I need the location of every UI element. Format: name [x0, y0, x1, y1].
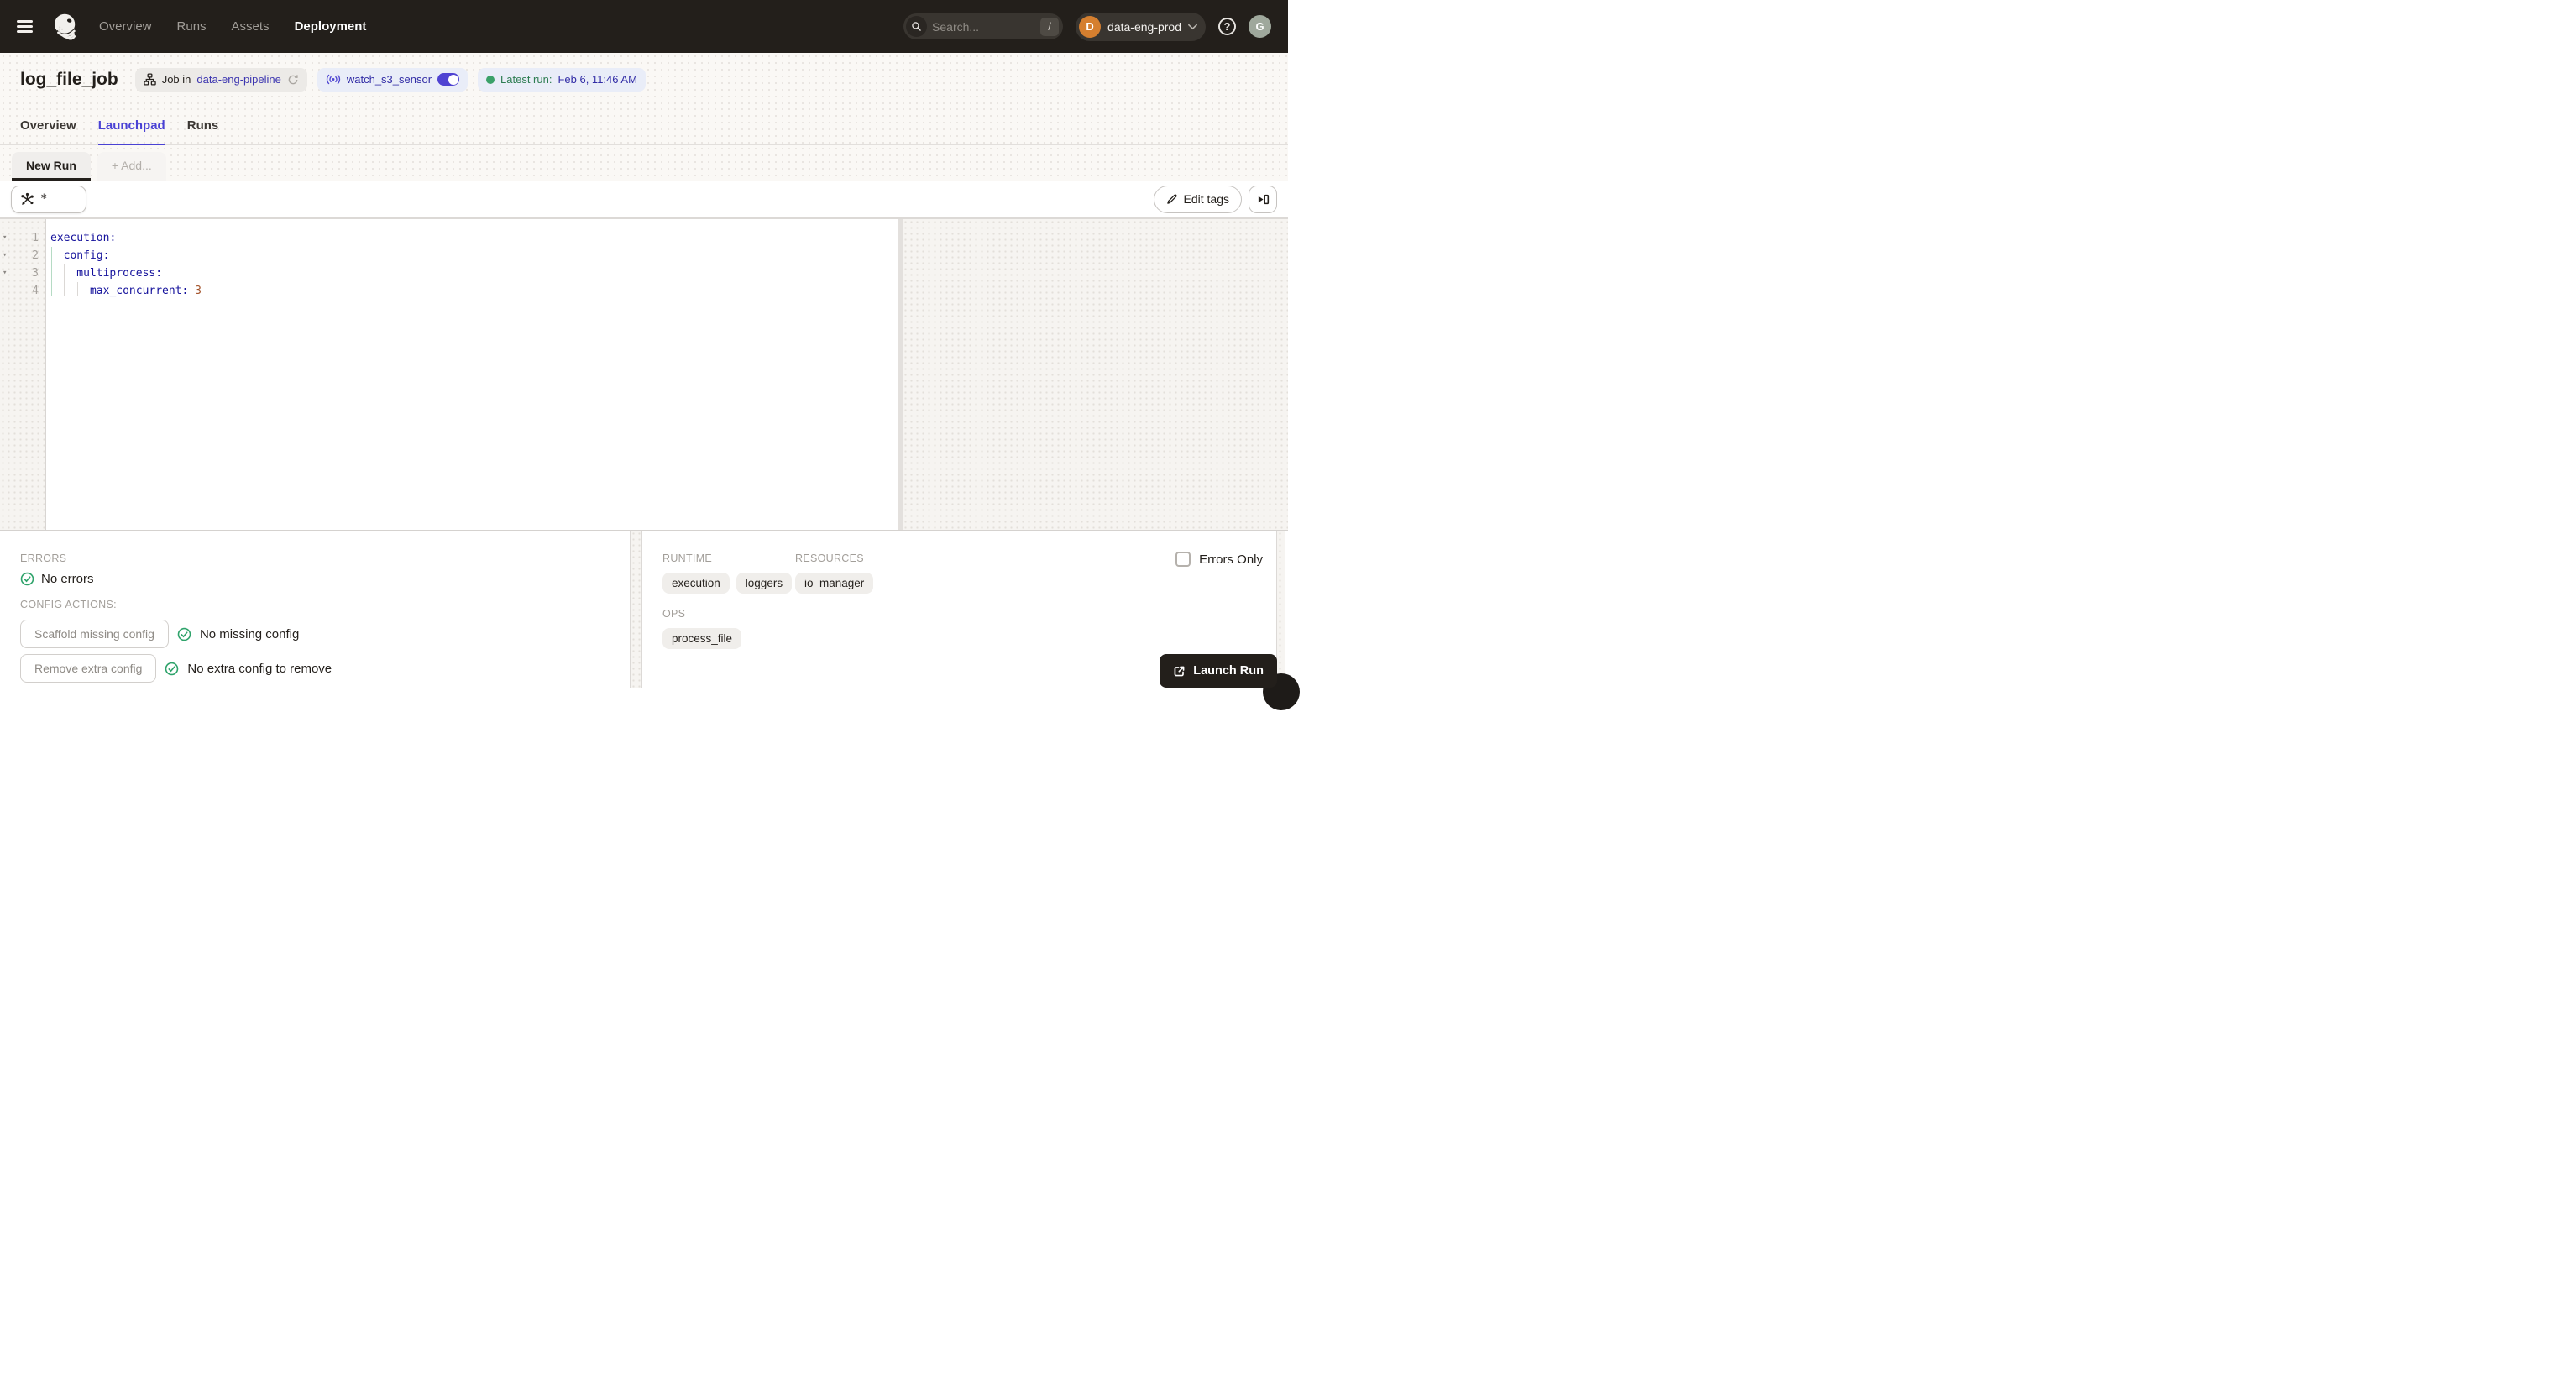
- nav-assets[interactable]: Assets: [232, 19, 270, 34]
- refresh-icon[interactable]: [287, 74, 299, 86]
- errors-section-label: ERRORS: [20, 552, 67, 564]
- tab-overview[interactable]: Overview: [20, 106, 76, 144]
- check-circle-icon: [165, 662, 179, 675]
- op-selector-input[interactable]: *: [11, 185, 86, 213]
- nav-deployment[interactable]: Deployment: [295, 19, 367, 34]
- config-actions-label: CONFIG ACTIONS:: [20, 599, 117, 610]
- pipeline-link[interactable]: data-eng-pipeline: [196, 73, 280, 86]
- yaml-editor: ▾ 1 ▾ 2 ▾ 3 4 execution: config: multiproce…: [0, 219, 898, 530]
- primary-nav: Overview Runs Assets Deployment: [99, 19, 366, 34]
- latest-run-prefix: Latest run:: [500, 73, 552, 86]
- pencil-icon: [1166, 194, 1176, 204]
- launch-run-label: Launch Run: [1193, 664, 1264, 678]
- line-number: 2: [32, 249, 39, 262]
- remove-extra-config-button[interactable]: Remove extra config: [20, 654, 157, 683]
- editor-gutter: ▾ 1 ▾ 2 ▾ 3 4: [0, 219, 46, 530]
- code-line: execution:: [50, 232, 117, 244]
- bottom-splitter[interactable]: [630, 531, 642, 688]
- indent-guide: [50, 247, 52, 296]
- fold-arrow-icon[interactable]: ▾: [3, 247, 7, 264]
- launchpad-bottom: ERRORS No errors CONFIG ACTIONS: Scaffol…: [0, 530, 1300, 710]
- op-chip[interactable]: process_file: [662, 628, 742, 649]
- code-line: max_concurrent: 3: [89, 285, 202, 297]
- workspace-avatar: D: [1079, 15, 1102, 38]
- runtime-chip[interactable]: execution: [662, 573, 730, 594]
- code-line: multiprocess:: [76, 267, 163, 280]
- workspace-name: data-eng-prod: [1107, 19, 1181, 34]
- job-tabs: Overview Launchpad Runs: [0, 106, 1288, 145]
- scaffold-missing-config-button[interactable]: Scaffold missing config: [20, 620, 169, 648]
- search-icon: [906, 16, 928, 37]
- config-schema-pane: [903, 219, 1288, 530]
- nav-overview[interactable]: Overview: [99, 19, 152, 34]
- resources-panel: Errors Only RUNTIME execution loggers RE…: [642, 531, 1300, 710]
- job-badge: Job in data-eng-pipeline: [134, 67, 307, 92]
- line-number: 3: [32, 267, 39, 280]
- search-shortcut-key: /: [1040, 17, 1060, 36]
- user-avatar[interactable]: G: [1249, 15, 1271, 38]
- code-line: config:: [63, 249, 110, 262]
- errors-only-label: Errors Only: [1199, 552, 1263, 567]
- runtime-section-label: RUNTIME: [662, 552, 713, 564]
- op-selector-value: *: [40, 192, 48, 206]
- nav-runs[interactable]: Runs: [177, 19, 207, 34]
- sensor-badge: watch_s3_sensor: [317, 67, 469, 92]
- launch-icon: [1174, 666, 1185, 676]
- errors-only-checkbox[interactable]: [1175, 552, 1191, 567]
- search-input[interactable]: [927, 19, 1041, 34]
- line-number: 1: [32, 232, 39, 244]
- tab-runs[interactable]: Runs: [187, 106, 219, 144]
- global-search[interactable]: /: [903, 13, 1064, 39]
- launch-run-button[interactable]: Launch Run: [1160, 654, 1277, 688]
- resources-section-label: RESOURCES: [795, 552, 864, 564]
- title-bar: log_file_job Job in data-eng-pipeline wa…: [0, 53, 1288, 106]
- code-area[interactable]: execution: config: multiprocess: max_con…: [46, 219, 898, 530]
- top-nav: Overview Runs Assets Deployment / D data…: [0, 0, 1288, 53]
- chevron-down-icon: [1188, 24, 1197, 29]
- runtime-chip[interactable]: loggers: [736, 573, 793, 594]
- dagster-logo-icon[interactable]: [50, 12, 81, 42]
- sensor-link[interactable]: watch_s3_sensor: [347, 73, 432, 86]
- ops-section-label: OPS: [662, 608, 686, 620]
- edit-tags-label: Edit tags: [1183, 192, 1229, 206]
- op-graph-icon: [21, 192, 34, 205]
- add-config-tab-button[interactable]: + Add...: [97, 152, 166, 181]
- resource-chip[interactable]: io_manager: [795, 573, 874, 594]
- expand-panel-icon: [1258, 194, 1269, 204]
- check-circle-icon: [177, 627, 191, 641]
- no-extra-config-text: No extra config to remove: [187, 661, 332, 676]
- page-title: log_file_job: [20, 69, 118, 89]
- check-circle-icon: [20, 572, 34, 586]
- config-tab-new-run[interactable]: New Run: [12, 152, 91, 181]
- fold-arrow-icon[interactable]: ▾: [3, 229, 7, 247]
- sensor-toggle[interactable]: [437, 73, 460, 86]
- expand-panel-button[interactable]: [1249, 185, 1277, 213]
- errors-panel: ERRORS No errors CONFIG ACTIONS: Scaffol…: [0, 531, 630, 688]
- no-errors-text: No errors: [41, 572, 94, 586]
- fold-arrow-icon[interactable]: ▾: [3, 264, 7, 282]
- sensor-icon: [326, 74, 340, 85]
- config-editor-region: ▾ 1 ▾ 2 ▾ 3 4 execution: config: multiproce…: [0, 219, 1288, 530]
- run-config-tabs: New Run + Add...: [0, 145, 1288, 181]
- indent-guide: [76, 282, 79, 296]
- launchpad-toolbar: * Edit tags: [0, 181, 1288, 219]
- right-panel-splitter[interactable]: [1276, 531, 1285, 688]
- workspace-switcher[interactable]: D data-eng-prod: [1076, 12, 1206, 41]
- help-icon[interactable]: ?: [1218, 18, 1236, 35]
- line-number: 4: [32, 285, 39, 297]
- tab-launchpad[interactable]: Launchpad: [97, 106, 165, 145]
- latest-run-badge: Latest run: Feb 6, 11:46 AM: [478, 67, 646, 92]
- no-missing-config-text: No missing config: [199, 626, 300, 641]
- latest-run-link[interactable]: Feb 6, 11:46 AM: [558, 73, 636, 86]
- edit-tags-button[interactable]: Edit tags: [1153, 185, 1242, 213]
- indent-guide: [64, 264, 65, 296]
- launchpad-page: Overview Runs Assets Deployment / D data…: [0, 0, 1300, 710]
- job-badge-prefix: Job in: [161, 73, 191, 86]
- run-status-dot: [486, 75, 495, 84]
- workflow-icon: [143, 73, 156, 86]
- menu-icon[interactable]: [17, 18, 39, 35]
